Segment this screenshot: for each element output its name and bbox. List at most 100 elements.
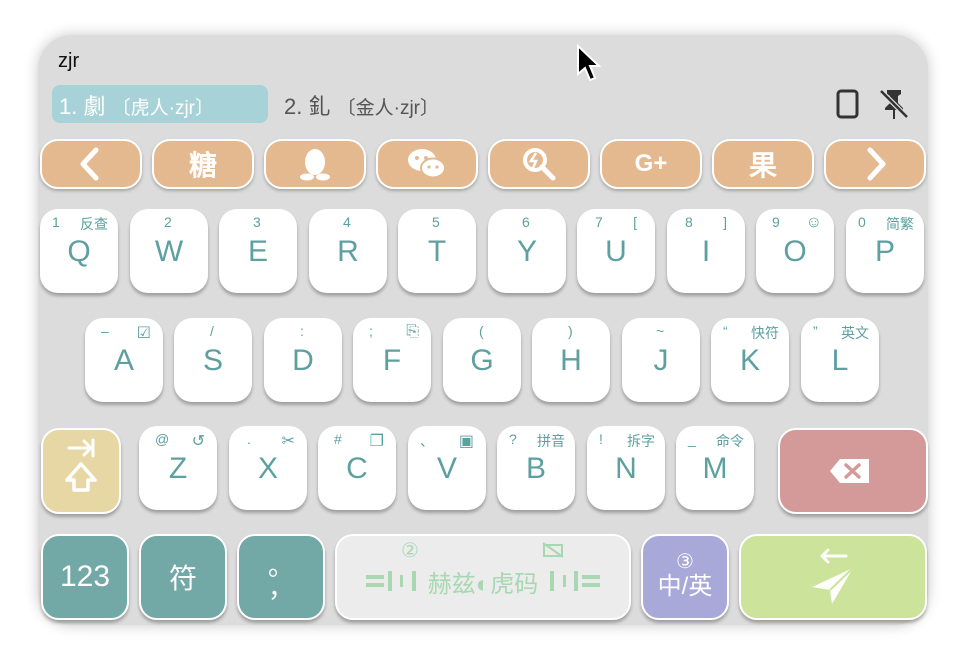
key-letter: R <box>337 235 359 268</box>
key-q[interactable]: 1 反查 Q <box>40 209 118 293</box>
cut-icon: ✂ <box>281 433 295 450</box>
space-badge: ② <box>401 540 419 562</box>
punct-bottom: ， <box>267 573 294 603</box>
key-b[interactable]: ? 拼音 B <box>497 426 575 510</box>
key-u[interactable]: 7 [ U <box>577 209 655 293</box>
chevron-left-icon <box>80 147 99 181</box>
key-d[interactable]: :D <box>264 318 342 402</box>
key-letter: P <box>874 235 895 268</box>
key-sub-right: 拼音 <box>537 433 565 449</box>
key-letter: L <box>831 344 849 377</box>
copy-icon: ⎘ <box>406 323 419 340</box>
key-j[interactable]: ~ J <box>622 318 700 402</box>
key-g[interactable]: (G <box>443 318 521 402</box>
key-letter: E <box>247 235 268 268</box>
key-t[interactable]: 5T <box>398 209 476 293</box>
toolbar-forward-button[interactable] <box>824 139 926 189</box>
composition-text: zjr <box>58 50 80 72</box>
toolbar-fruit-button[interactable]: 果 <box>712 139 814 189</box>
key-a[interactable]: – ☑ A <box>85 318 163 402</box>
key-letter: A <box>113 344 134 377</box>
language-toggle-key[interactable]: ③ 中/英 <box>641 534 729 620</box>
key-sub-left: 7 <box>595 214 603 230</box>
candidate-char: 釓 <box>308 94 331 119</box>
key-sub-left: ! <box>599 431 603 447</box>
key-sub-right: 反查 <box>80 216 108 232</box>
key-k[interactable]: “ 快符 K <box>711 318 789 402</box>
key-h[interactable]: ) H <box>532 318 610 402</box>
toolbar-qq-button[interactable] <box>264 139 366 189</box>
candidate-char: 劇 <box>83 94 106 119</box>
send-icon <box>812 548 854 604</box>
shift-key[interactable] <box>41 428 121 514</box>
symbols-key[interactable]: 符 <box>139 534 227 620</box>
key-sub-left: # <box>334 431 342 447</box>
key-sub-right: [ <box>633 214 637 230</box>
toolbar-wechat-button[interactable] <box>376 139 478 189</box>
key-letter: U <box>605 235 627 268</box>
key-sub-left: 0 <box>858 214 866 230</box>
key-l[interactable]: ” 英文 L <box>801 318 879 402</box>
key-sub-left: @ <box>155 431 170 447</box>
key-letter: K <box>739 344 760 377</box>
key-m[interactable]: _ 命令 M <box>676 426 754 510</box>
key-sub-left: 、 <box>420 433 434 449</box>
key-n[interactable]: ! 拆字 N <box>587 426 665 510</box>
key-letter: J <box>653 344 669 377</box>
chevron-right-icon <box>867 147 886 181</box>
key-i[interactable]: 8] I <box>667 209 745 293</box>
cursor-left-bars-icon <box>365 571 416 591</box>
toolbar-candy-button[interactable]: 糖 <box>152 139 254 189</box>
candidate-2[interactable]: 2. 釓 〔金人·zjr〕 <box>284 89 439 121</box>
toolbar-back-button[interactable] <box>40 139 142 189</box>
key-letter: Y <box>516 235 537 268</box>
search-icon <box>523 148 556 181</box>
key-sub-left: 1 <box>52 214 60 230</box>
toolbar-search-button[interactable] <box>488 139 590 189</box>
lang-badge: ③ <box>676 551 694 573</box>
unpin-icon[interactable] <box>876 86 912 122</box>
key-x[interactable]: . ✂ X <box>229 426 307 510</box>
key-sub-left: . <box>247 431 251 447</box>
key-e[interactable]: 3E <box>219 209 297 293</box>
key-p[interactable]: 0 简繁 P <box>846 209 924 293</box>
candidate-index: 1. <box>59 94 78 119</box>
key-v[interactable]: 、 ▣ V <box>408 426 486 510</box>
key-sub-left: ( <box>479 323 484 339</box>
candidate-index: 2. <box>284 94 303 119</box>
enter-key[interactable] <box>739 534 927 620</box>
key-sub-right: 简繁 <box>886 216 914 232</box>
candidate-1[interactable]: 1. 劇 〔虎人·zjr〕 <box>59 89 214 121</box>
key-sub-left: 9 <box>772 214 780 230</box>
key-letter: S <box>202 344 223 377</box>
wechat-icon <box>408 149 446 179</box>
punctuation-key[interactable]: 。 ， <box>237 534 325 620</box>
key-sub-left: 6 <box>522 214 530 230</box>
key-sub-left: 8 <box>685 214 693 230</box>
backspace-key[interactable] <box>778 428 928 514</box>
symbols-label: 符 <box>168 563 197 594</box>
key-s[interactable]: / S <box>174 318 252 402</box>
key-o[interactable]: 9 ☺ O <box>756 209 834 293</box>
key-sub-right: 快符 <box>751 325 779 341</box>
key-r[interactable]: 4R <box>309 209 387 293</box>
key-z[interactable]: @ ↺ Z <box>139 426 217 510</box>
toolbar-google-plus-button[interactable]: G+ <box>600 139 702 189</box>
key-f[interactable]: ; ⎘ F <box>353 318 431 402</box>
key-w[interactable]: 2W <box>130 209 208 293</box>
key-letter: H <box>560 344 582 377</box>
google-plus-icon: G+ <box>634 150 668 177</box>
space-key[interactable]: ② 赫兹◐虎码 <box>335 534 631 620</box>
key-letter: I <box>701 235 711 268</box>
key-letter: T <box>427 235 447 268</box>
mouse-cursor-icon <box>577 44 602 82</box>
key-y[interactable]: 6Y <box>488 209 566 293</box>
numbers-key[interactable]: 123 <box>41 534 129 620</box>
select-all-icon: ☑ <box>136 325 151 342</box>
candidate-code: 〔金人·zjr〕 <box>336 98 440 119</box>
expand-candidates-icon[interactable] <box>834 88 862 120</box>
key-c[interactable]: # ❐ C <box>318 426 396 510</box>
key-sub-right: ] <box>723 214 727 230</box>
undo-icon: ↺ <box>191 433 205 450</box>
key-sub-left: / <box>210 323 214 339</box>
